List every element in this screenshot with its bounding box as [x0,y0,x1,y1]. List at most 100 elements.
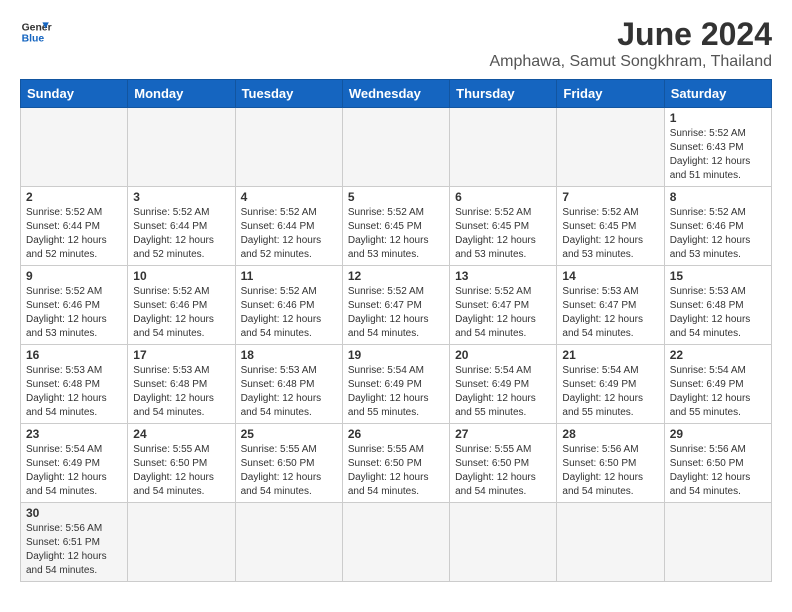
logo: General Blue [20,16,52,48]
table-row: 11Sunrise: 5:52 AM Sunset: 6:46 PM Dayli… [235,266,342,345]
table-row: 17 Sunrise: 5:53 AM Sunset: 6:48 PM Dayli… [128,345,235,424]
day-info: Sunrise: 5:52 AM Sunset: 6:44 PM Dayligh… [26,206,122,262]
day-number: 12 [348,269,444,283]
day-info: Sunrise: 5:53 AM Sunset: 6:48 PM Dayligh… [26,364,122,420]
table-row [664,503,771,582]
day-number: 8 [670,190,766,204]
day-info: Sunrise: 5:52 AM Sunset: 6:46 PM Dayligh… [26,285,122,341]
table-row [342,503,449,582]
day-number: 25 [241,427,337,441]
calendar-title: June 2024 [489,16,772,53]
day-info: Sunrise: 5:52 AM Sunset: 6:46 PM Dayligh… [133,285,229,341]
table-row: 21Sunrise: 5:54 AM Sunset: 6:49 PM Dayli… [557,345,664,424]
day-number: 18 [241,348,337,362]
table-row: 22Sunrise: 5:54 AM Sunset: 6:49 PM Dayli… [664,345,771,424]
day-info: Sunrise: 5:53 AM Sunset: 6:48 PM Dayligh… [133,364,229,420]
calendar-row: 30 Sunrise: 5:56 AM Sunset: 6:51 PM Dayli… [21,503,772,582]
day-info: Sunrise: 5:53 AM Sunset: 6:48 PM Dayligh… [241,364,337,420]
day-info: Sunrise: 5:55 AM Sunset: 6:50 PM Dayligh… [241,443,337,499]
table-row: 27 Sunrise: 5:55 AM Sunset: 6:50 PM Dayli… [450,424,557,503]
table-row: 15Sunrise: 5:53 AM Sunset: 6:48 PM Dayli… [664,266,771,345]
day-info: Sunrise: 5:56 AM Sunset: 6:51 PM Dayligh… [26,522,122,578]
day-info: Sunrise: 5:52 AM Sunset: 6:47 PM Dayligh… [455,285,551,341]
table-row [235,108,342,187]
calendar-row: 23 Sunrise: 5:54 AM Sunset: 6:49 PM Dayli… [21,424,772,503]
day-number: 14 [562,269,658,283]
day-number: 16 [26,348,122,362]
day-info: Sunrise: 5:54 AM Sunset: 6:49 PM Dayligh… [348,364,444,420]
day-info: Sunrise: 5:56 AM Sunset: 6:50 PM Dayligh… [562,443,658,499]
table-row: 25 Sunrise: 5:55 AM Sunset: 6:50 PM Dayli… [235,424,342,503]
day-info: Sunrise: 5:52 AM Sunset: 6:45 PM Dayligh… [348,206,444,262]
calendar-subtitle: Amphawa, Samut Songkhram, Thailand [489,53,772,71]
day-number: 23 [26,427,122,441]
day-info: Sunrise: 5:52 AM Sunset: 6:45 PM Dayligh… [562,206,658,262]
table-row: 1Sunrise: 5:52 AM Sunset: 6:43 PM Daylig… [664,108,771,187]
day-number: 3 [133,190,229,204]
day-number: 24 [133,427,229,441]
header-monday: Monday [128,80,235,108]
calendar-row: 1Sunrise: 5:52 AM Sunset: 6:43 PM Daylig… [21,108,772,187]
day-number: 7 [562,190,658,204]
day-number: 20 [455,348,551,362]
calendar-row: 2 Sunrise: 5:52 AM Sunset: 6:44 PM Daylig… [21,187,772,266]
day-number: 19 [348,348,444,362]
day-info: Sunrise: 5:55 AM Sunset: 6:50 PM Dayligh… [455,443,551,499]
day-number: 9 [26,269,122,283]
table-row: 14 Sunrise: 5:53 AM Sunset: 6:47 PM Dayli… [557,266,664,345]
day-info: Sunrise: 5:55 AM Sunset: 6:50 PM Dayligh… [133,443,229,499]
day-info: Sunrise: 5:54 AM Sunset: 6:49 PM Dayligh… [455,364,551,420]
day-number: 28 [562,427,658,441]
title-area: June 2024 Amphawa, Samut Songkhram, Thai… [489,16,772,71]
day-number: 2 [26,190,122,204]
header-tuesday: Tuesday [235,80,342,108]
table-row: 2 Sunrise: 5:52 AM Sunset: 6:44 PM Daylig… [21,187,128,266]
day-number: 27 [455,427,551,441]
day-number: 13 [455,269,551,283]
table-row: 28 Sunrise: 5:56 AM Sunset: 6:50 PM Dayli… [557,424,664,503]
table-row: 13 Sunrise: 5:52 AM Sunset: 6:47 PM Dayli… [450,266,557,345]
table-row [342,108,449,187]
day-number: 10 [133,269,229,283]
day-info: Sunrise: 5:52 AM Sunset: 6:44 PM Dayligh… [241,206,337,262]
header-friday: Friday [557,80,664,108]
day-info: Sunrise: 5:54 AM Sunset: 6:49 PM Dayligh… [562,364,658,420]
table-row [450,503,557,582]
day-number: 26 [348,427,444,441]
table-row: 7 Sunrise: 5:52 AM Sunset: 6:45 PM Daylig… [557,187,664,266]
table-row [128,503,235,582]
day-number: 29 [670,427,766,441]
table-row: 10 Sunrise: 5:52 AM Sunset: 6:46 PM Dayli… [128,266,235,345]
page-header: General Blue June 2024 Amphawa, Samut So… [20,16,772,71]
header-thursday: Thursday [450,80,557,108]
day-number: 5 [348,190,444,204]
day-number: 30 [26,506,122,520]
day-info: Sunrise: 5:52 AM Sunset: 6:44 PM Dayligh… [133,206,229,262]
table-row: 5 Sunrise: 5:52 AM Sunset: 6:45 PM Daylig… [342,187,449,266]
svg-text:Blue: Blue [22,34,45,45]
day-number: 6 [455,190,551,204]
table-row: 24 Sunrise: 5:55 AM Sunset: 6:50 PM Dayli… [128,424,235,503]
day-number: 15 [670,269,766,283]
calendar-row: 16 Sunrise: 5:53 AM Sunset: 6:48 PM Dayli… [21,345,772,424]
table-row: 6Sunrise: 5:52 AM Sunset: 6:45 PM Daylig… [450,187,557,266]
day-number: 17 [133,348,229,362]
table-row: 20 Sunrise: 5:54 AM Sunset: 6:49 PM Dayli… [450,345,557,424]
weekday-header-row: Sunday Monday Tuesday Wednesday Thursday… [21,80,772,108]
day-info: Sunrise: 5:53 AM Sunset: 6:47 PM Dayligh… [562,285,658,341]
table-row: 19 Sunrise: 5:54 AM Sunset: 6:49 PM Dayli… [342,345,449,424]
table-row: 12 Sunrise: 5:52 AM Sunset: 6:47 PM Dayli… [342,266,449,345]
table-row: 8Sunrise: 5:52 AM Sunset: 6:46 PM Daylig… [664,187,771,266]
calendar-table: Sunday Monday Tuesday Wednesday Thursday… [20,79,772,582]
day-number: 1 [670,111,766,125]
day-info: Sunrise: 5:54 AM Sunset: 6:49 PM Dayligh… [26,443,122,499]
day-info: Sunrise: 5:52 AM Sunset: 6:47 PM Dayligh… [348,285,444,341]
table-row: 29 Sunrise: 5:56 AM Sunset: 6:50 PM Dayli… [664,424,771,503]
table-row: 3 Sunrise: 5:52 AM Sunset: 6:44 PM Daylig… [128,187,235,266]
day-info: Sunrise: 5:56 AM Sunset: 6:50 PM Dayligh… [670,443,766,499]
day-info: Sunrise: 5:55 AM Sunset: 6:50 PM Dayligh… [348,443,444,499]
table-row [128,108,235,187]
table-row: 18 Sunrise: 5:53 AM Sunset: 6:48 PM Dayli… [235,345,342,424]
day-info: Sunrise: 5:54 AM Sunset: 6:49 PM Dayligh… [670,364,766,420]
table-row [450,108,557,187]
